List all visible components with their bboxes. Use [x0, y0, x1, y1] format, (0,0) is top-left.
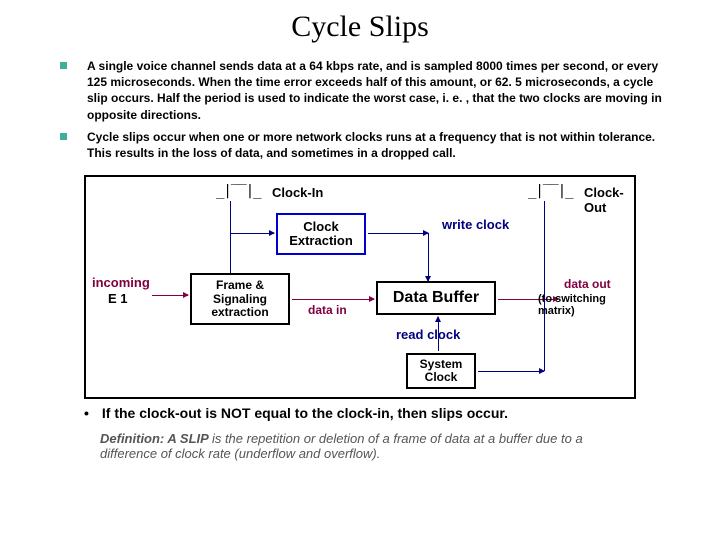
- data-out-label: data out: [564, 277, 611, 291]
- line-icon: [544, 201, 545, 371]
- diagram: _|‾‾|_ Clock-In _|‾‾|_ Clock-Out Clock E…: [84, 175, 636, 399]
- system-clock-text: System Clock: [408, 358, 474, 384]
- arrow-icon: [152, 295, 188, 296]
- data-buffer-box: Data Buffer: [376, 281, 496, 315]
- clock-out-wave-icon: _|‾‾|_: [528, 183, 573, 199]
- clock-extraction-box: Clock Extraction: [276, 213, 366, 255]
- arrow-icon: [478, 371, 544, 372]
- definition: Definition: A SLIP is the repetition or …: [100, 431, 636, 461]
- e1-label: E 1: [108, 291, 128, 306]
- frame-signaling-box: Frame & Signaling extraction: [190, 273, 290, 325]
- read-clock-label: read clock: [396, 327, 460, 342]
- caption-row: • If the clock-out is NOT equal to the c…: [84, 405, 636, 421]
- to-switching-label: (to switching matrix): [538, 293, 634, 317]
- bullet-dot-icon: •: [84, 405, 98, 421]
- data-in-label: data in: [308, 303, 347, 317]
- clock-out-label: Clock-Out: [584, 185, 634, 215]
- bullet-list: A single voice channel sends data at a 6…: [60, 58, 670, 161]
- list-item: A single voice channel sends data at a 6…: [60, 58, 670, 123]
- clock-extraction-text: Clock Extraction: [278, 220, 364, 249]
- caption-text: If the clock-out is NOT equal to the clo…: [102, 405, 508, 421]
- arrow-icon: [292, 299, 374, 300]
- clock-in-label: Clock-In: [272, 185, 323, 200]
- bullet-icon: [60, 62, 67, 69]
- bullet-text: A single voice channel sends data at a 6…: [87, 58, 670, 123]
- bullet-text: Cycle slips occur when one or more netwo…: [87, 129, 670, 161]
- data-buffer-text: Data Buffer: [393, 289, 479, 307]
- write-clock-label: write clock: [442, 217, 509, 232]
- frame-signaling-text: Frame & Signaling extraction: [192, 279, 288, 319]
- arrow-icon: [230, 233, 274, 234]
- arrow-icon: [438, 317, 439, 351]
- definition-lead: Definition: A SLIP: [100, 431, 212, 446]
- diagram-container: _|‾‾|_ Clock-In _|‾‾|_ Clock-Out Clock E…: [84, 175, 636, 399]
- clock-in-wave-icon: _|‾‾|_: [216, 183, 261, 199]
- bullet-icon: [60, 133, 67, 140]
- arrow-icon: [368, 233, 428, 234]
- system-clock-box: System Clock: [406, 353, 476, 389]
- slide-title: Cycle Slips: [30, 10, 690, 44]
- slide: Cycle Slips A single voice channel sends…: [0, 0, 720, 540]
- incoming-label: incoming: [92, 275, 150, 290]
- arrow-icon: [428, 233, 429, 281]
- list-item: Cycle slips occur when one or more netwo…: [60, 129, 670, 161]
